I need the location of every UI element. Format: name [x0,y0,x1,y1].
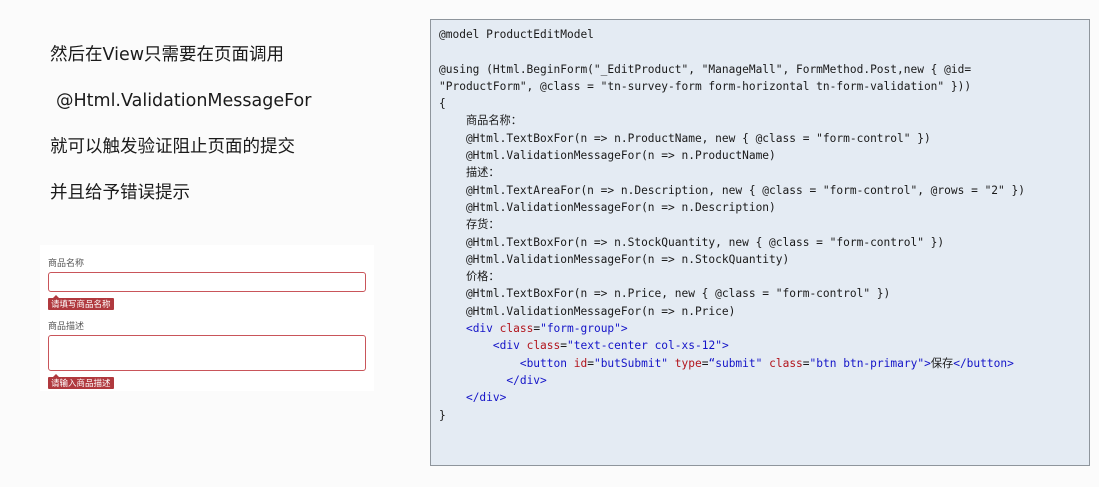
code-token: "ProductForm", @class = "tn-survey-form … [439,79,972,93]
code-token: = [587,356,594,370]
code-token: id [573,356,588,370]
code-token: class [526,339,561,353]
code-line: "ProductForm", @class = "tn-survey-form … [439,78,1089,95]
validation-error-message: 请输入商品描述 [48,374,114,389]
code-token: class [769,356,803,370]
code-line: @Html.ValidationMessageFor(n => n.Price) [439,303,1089,320]
code-token: </div> [506,373,547,387]
code-token: "butSubmit" [593,356,675,370]
code-token: 商品名称： [439,114,522,128]
code-token: @Html.ValidationMessageFor(n => n.Descri… [439,200,776,214]
code-token: 保存 [930,356,954,370]
code-line: <button id="butSubmit" type=“submit" cla… [439,355,1089,372]
code-token: <div [492,339,527,353]
code-line: @Html.ValidationMessageFor(n => n.Produc… [439,147,1089,164]
code-token: @Html.TextBoxFor(n => n.ProductName, new… [439,131,931,145]
code-line: @Html.ValidationMessageFor(n => n.Descri… [439,199,1089,216]
code-token: <div [465,322,500,336]
code-token: > [620,322,628,336]
code-line: </div> [439,372,1089,389]
code-token: class [499,322,534,336]
code-line: @using (Html.BeginForm("_EditProduct", "… [439,61,1089,78]
product-description-textarea[interactable] [48,335,366,371]
code-token: @Html.ValidationMessageFor(n => n.Produc… [439,149,776,163]
code-token: @model ProductEditModel [439,28,594,41]
code-token: "text-center col-xs-12" [567,339,722,353]
field-label: 商品描述 [48,321,85,331]
product-name-input[interactable] [48,272,366,292]
code-line: { [439,95,1089,112]
code-token: @Html.ValidationMessageFor(n => n.StockQ… [439,252,790,266]
code-line: @Html.TextBoxFor(n => n.StockQuantity, n… [439,234,1089,251]
code-line: @Html.TextAreaFor(n => n.Description, ne… [439,182,1089,199]
validation-form-screenshot: 商品名称 请填写商品名称 商品描述 请输入商品描述 [40,245,374,391]
code-listing: @model ProductEditModel @using (Html.Begi… [430,19,1090,466]
explanation-line: @Html.ValidationMessageFor [56,91,312,111]
explanation-line: 并且给予错误提示 [50,183,190,203]
code-token: type [674,356,702,370]
code-token: = [802,356,810,370]
code-line: @Html.TextBoxFor(n => n.Price, new { @cl… [439,285,1089,302]
code-token: @Html.ValidationMessageFor(n => n.Price) [439,304,736,318]
code-token: @using (Html.BeginForm("_EditProduct", "… [439,62,972,76]
code-line: @Html.TextBoxFor(n => n.ProductName, new… [439,130,1089,147]
code-line: 存货： [439,216,1089,233]
code-line: <div class="form-group"> [439,320,1089,337]
code-token: “submit" [708,356,770,370]
code-token: </div> [465,391,507,405]
slide-explanation: 然后在View只需要在页面调用 @Html.ValidationMessageF… [50,38,390,222]
code-line: 描述： [439,164,1089,181]
code-token: 价格： [439,270,500,284]
explanation-line: 然后在View只需要在页面调用 [50,45,285,65]
code-token: = [560,339,568,353]
code-token: { [439,97,446,111]
code-token: <button [519,356,574,370]
validation-error-message: 请填写商品名称 [48,295,114,310]
code-token: @Html.TextAreaFor(n => n.Description, ne… [439,183,1025,197]
code-line: 商品名称： [439,112,1089,129]
explanation-line: 就可以触发验证阻止页面的提交 [50,137,295,157]
code-token: "btn btn-primary" [809,356,925,370]
code-line: </div> [439,389,1089,406]
code-token: "form-group" [540,322,621,336]
code-line: } [439,407,1089,424]
field-label: 商品名称 [48,258,85,268]
code-token: } [439,408,446,422]
code-token: 描述： [439,166,500,180]
code-token: 存货： [439,218,500,232]
code-token: @Html.TextBoxFor(n => n.StockQuantity, n… [439,235,945,249]
code-token: @Html.TextBoxFor(n => n.Price, new { @cl… [439,287,891,301]
code-line: 价格： [439,268,1089,285]
code-token: > [924,356,931,370]
code-token: </button> [953,356,1014,370]
code-line: @Html.ValidationMessageFor(n => n.StockQ… [439,251,1089,268]
code-token: > [721,339,729,353]
code-line: <div class="text-center col-xs-12"> [439,337,1089,354]
code-line: @model ProductEditModel [439,26,1089,43]
